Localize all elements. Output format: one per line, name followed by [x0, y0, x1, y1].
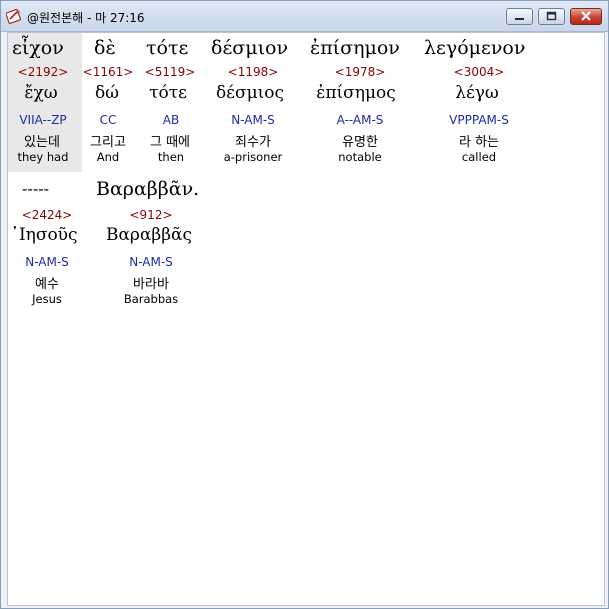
greek-word[interactable]: ----- [22, 179, 49, 198]
greek-word[interactable]: ἐπίσημον [310, 37, 400, 59]
window-title: @원전본해 - 마 27:16 [27, 11, 145, 25]
app-icon[interactable] [6, 8, 22, 24]
close-icon [581, 11, 591, 21]
lexical-form: Βαραββᾶς [105, 225, 193, 245]
morphology-code: AB [162, 113, 180, 127]
interlinear-view[interactable]: εἶχον <2192> ἔχω VIIA--ZP 있는데 they had δ… [7, 32, 605, 606]
lexical-form: ᾿Ιησοῦς [10, 225, 78, 245]
english-gloss: then [157, 150, 185, 164]
title-bar[interactable]: @원전본해 - 마 27:16 [1, 1, 608, 32]
lexical-form: δέσμιος [215, 83, 285, 103]
app-window: @원전본해 - 마 27:16 εἶχον <2192> ἔχω VIIA--Z… [0, 0, 609, 609]
lexical-form: ἔχω [24, 83, 58, 103]
morphology-code: A--AM-S [336, 113, 384, 127]
maximize-button[interactable] [538, 8, 565, 25]
morphology-code: VIIA--ZP [19, 113, 67, 127]
korean-gloss: 있는데 [24, 135, 60, 150]
strong-number[interactable]: <2192> [18, 65, 69, 79]
english-gloss: notable [338, 150, 382, 164]
strong-number[interactable]: <2424> [22, 208, 73, 222]
greek-word[interactable]: λεγόμενον [424, 37, 525, 59]
greek-word[interactable]: εἶχον [12, 37, 64, 59]
morphology-code: N-AM-S [231, 113, 275, 127]
morphology-code: N-AM-S [25, 255, 69, 269]
strong-number[interactable]: <3004> [454, 65, 505, 79]
korean-gloss: 그 때에 [149, 135, 191, 150]
lexical-form: ἐπίσημος [316, 83, 396, 103]
korean-gloss: 그리고 [90, 135, 126, 150]
minimize-icon [515, 18, 524, 20]
korean-gloss: 예수 [35, 277, 59, 292]
english-gloss: called [461, 150, 497, 164]
english-gloss: And [96, 150, 120, 164]
strong-number[interactable]: <5119> [145, 65, 196, 79]
lexical-form: λέγω [455, 83, 499, 103]
strong-number[interactable]: <1198> [228, 65, 279, 79]
english-gloss: Jesus [32, 292, 62, 306]
morphology-code: VPPPAM-S [449, 113, 509, 127]
greek-word[interactable]: δέσμιον [211, 37, 288, 59]
greek-word[interactable]: τότε [146, 37, 188, 59]
korean-gloss: 죄수가 [235, 135, 271, 150]
english-gloss: Barabbas [123, 292, 179, 306]
close-button[interactable] [570, 8, 602, 25]
morphology-code: N-AM-S [129, 255, 173, 269]
korean-gloss: 라 하는 [458, 135, 500, 150]
korean-gloss: 바라바 [133, 277, 169, 292]
english-gloss: a-prisoner [223, 150, 283, 164]
strong-number[interactable]: <912> [129, 208, 172, 222]
english-gloss: they had [17, 150, 69, 164]
morphology-code: CC [99, 113, 117, 127]
strong-number[interactable]: <1161> [83, 65, 134, 79]
minimize-button[interactable] [506, 8, 533, 25]
greek-word[interactable]: δὲ [94, 37, 116, 59]
strong-number[interactable]: <1978> [335, 65, 386, 79]
greek-word[interactable]: Βαραββᾶν. [96, 178, 199, 200]
lexical-form: τότε [149, 83, 187, 103]
maximize-icon [546, 11, 557, 21]
korean-gloss: 유명한 [342, 135, 378, 150]
lexical-form: δώ [94, 83, 120, 103]
